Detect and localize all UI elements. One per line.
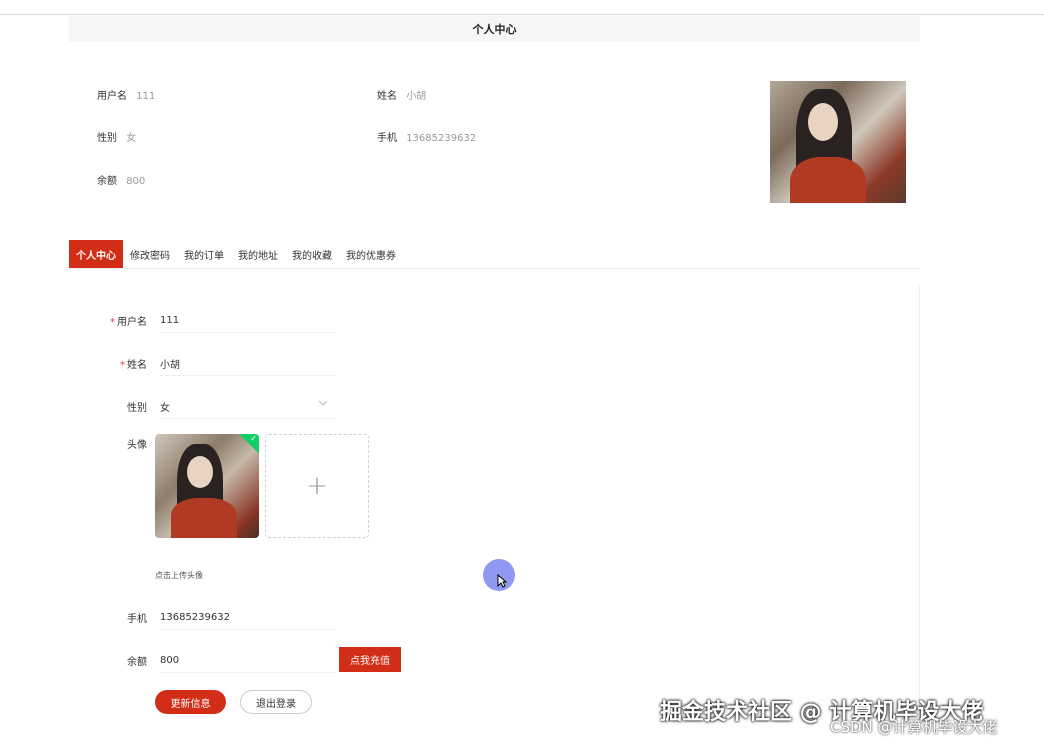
tab-my-coupons[interactable]: 我的优惠券 xyxy=(339,240,403,268)
check-icon: ✓ xyxy=(250,434,257,443)
top-divider xyxy=(0,14,1044,15)
profile-balance-label: 余额 xyxy=(97,176,117,187)
profile-phone-value: 13685239632 xyxy=(406,133,477,144)
name-row: * 姓名 小胡 xyxy=(95,351,336,376)
upload-hint: 点击上传头像 xyxy=(155,571,203,580)
profile-phone: 手机 13685239632 xyxy=(377,129,476,144)
tab-my-orders[interactable]: 我的订单 xyxy=(177,240,231,268)
recharge-button[interactable]: 点我充值 xyxy=(339,647,401,672)
profile-tabs: 个人中心 修改密码 我的订单 我的地址 我的收藏 我的优惠券 xyxy=(69,240,920,269)
profile-phone-label: 手机 xyxy=(377,133,397,144)
profile-name-value: 小胡 xyxy=(406,91,427,102)
page-title-bar: 个人中心 xyxy=(69,16,920,42)
profile-gender-label: 性别 xyxy=(97,133,117,144)
avatar-row: 头像 xyxy=(95,436,160,451)
phone-row: 手机 13685239632 xyxy=(95,605,336,630)
profile-username-value: 111 xyxy=(136,91,156,102)
content-right-border xyxy=(919,285,920,725)
required-mark: * xyxy=(110,317,115,328)
tab-personal-center[interactable]: 个人中心 xyxy=(69,240,123,268)
profile-name: 姓名 小胡 xyxy=(377,87,426,102)
tab-my-addresses[interactable]: 我的地址 xyxy=(231,240,285,268)
username-label-wrap: * 用户名 xyxy=(95,313,160,328)
page-title: 个人中心 xyxy=(472,23,517,36)
username-input[interactable]: 111 xyxy=(160,308,336,333)
gender-select[interactable]: 女 xyxy=(160,394,336,419)
tab-change-password[interactable]: 修改密码 xyxy=(123,240,177,268)
phone-input[interactable]: 13685239632 xyxy=(160,605,336,630)
username-row: * 用户名 111 xyxy=(95,308,336,333)
profile-name-label: 姓名 xyxy=(377,91,397,102)
username-label: 用户名 xyxy=(117,317,147,328)
tab-my-favorites[interactable]: 我的收藏 xyxy=(285,240,339,268)
profile-avatar xyxy=(770,81,906,203)
balance-row: 余额 800 xyxy=(95,648,336,673)
required-mark: * xyxy=(120,360,125,371)
profile-username: 用户名 111 xyxy=(97,87,155,102)
gender-row: 性别 女 xyxy=(95,394,336,419)
uploaded-avatar-thumbnail[interactable]: ✓ xyxy=(155,434,259,538)
name-label-wrap: * 姓名 xyxy=(95,356,160,371)
profile-balance: 余额 800 xyxy=(97,172,145,187)
logout-button[interactable]: 退出登录 xyxy=(240,690,312,714)
profile-username-label: 用户名 xyxy=(97,91,127,102)
name-input[interactable]: 小胡 xyxy=(160,351,336,376)
gender-label: 性别 xyxy=(127,403,147,414)
phone-label: 手机 xyxy=(127,614,147,625)
chevron-down-icon xyxy=(318,399,328,410)
gender-select-value: 女 xyxy=(160,402,170,414)
update-info-button[interactable]: 更新信息 xyxy=(155,690,226,714)
profile-balance-value: 800 xyxy=(126,176,146,187)
avatar-label: 头像 xyxy=(127,440,147,451)
profile-gender-value: 女 xyxy=(126,133,137,144)
profile-gender: 性别 女 xyxy=(97,129,136,144)
mouse-pointer-icon xyxy=(497,574,507,588)
name-label: 姓名 xyxy=(127,360,147,371)
watermark-csdn: CSDN @计算机毕设大佬 xyxy=(830,718,998,736)
balance-input[interactable]: 800 xyxy=(160,648,336,673)
avatar-upload-button[interactable]: + xyxy=(265,434,369,538)
plus-icon: + xyxy=(306,471,328,501)
balance-label: 余额 xyxy=(127,657,147,668)
